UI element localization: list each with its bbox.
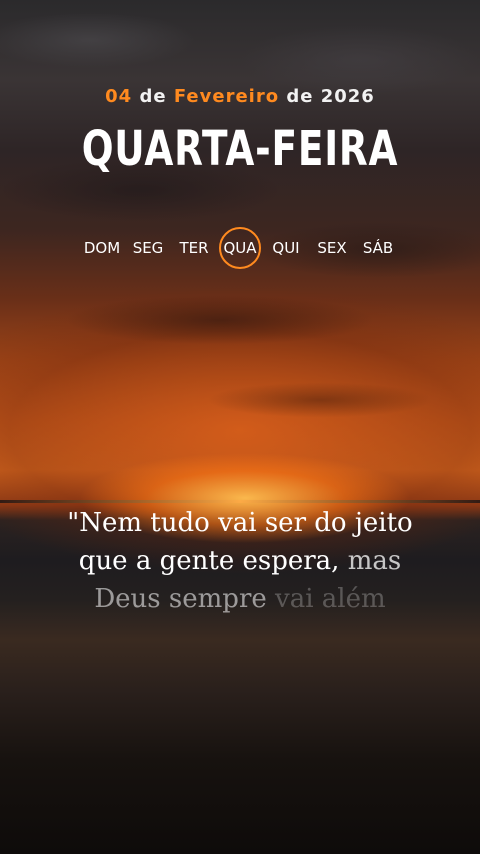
date-connector-2: de <box>286 86 314 107</box>
quote-line-3: Deus sempre vai além <box>30 580 450 618</box>
quote-line-3-fading: Deus sempre <box>94 584 267 614</box>
month-name: Fevereiro <box>173 86 280 107</box>
day-qui[interactable]: QUI <box>263 234 309 262</box>
quote-text: "Nem tudo vai ser do jeito que a gente e… <box>30 504 450 618</box>
quote-line-1: "Nem tudo vai ser do jeito <box>67 508 413 538</box>
day-ter[interactable]: TER <box>171 234 217 262</box>
quote-line-3-faint: vai além <box>275 584 386 614</box>
day-dom[interactable]: DOM <box>79 234 125 262</box>
date-line: 04 de Fevereiro de 2026 <box>0 86 480 107</box>
day-qua-selected[interactable]: QUA <box>217 227 263 269</box>
day-sab[interactable]: SÁB <box>355 234 401 262</box>
day-sex[interactable]: SEX <box>309 234 355 262</box>
date-header: 04 de Fevereiro de 2026 QUARTA-FEIRA <box>0 86 480 177</box>
quote-line-2-main: que a gente espera, <box>78 546 340 576</box>
quote-line-2: que a gente espera, mas <box>30 542 450 580</box>
weekday-title: QUARTA-FEIRA <box>81 121 399 177</box>
date-connector-1: de <box>139 86 167 107</box>
day-seg[interactable]: SEG <box>125 234 171 262</box>
year: 2026 <box>320 86 375 107</box>
sea-horizon <box>0 500 480 503</box>
day-number: 04 <box>105 86 133 107</box>
shore-reflection <box>0 600 480 720</box>
weekday-selector: DOM SEG TER QUA QUI SEX SÁB <box>0 227 480 269</box>
quote-line-2-fading: mas <box>347 546 402 576</box>
